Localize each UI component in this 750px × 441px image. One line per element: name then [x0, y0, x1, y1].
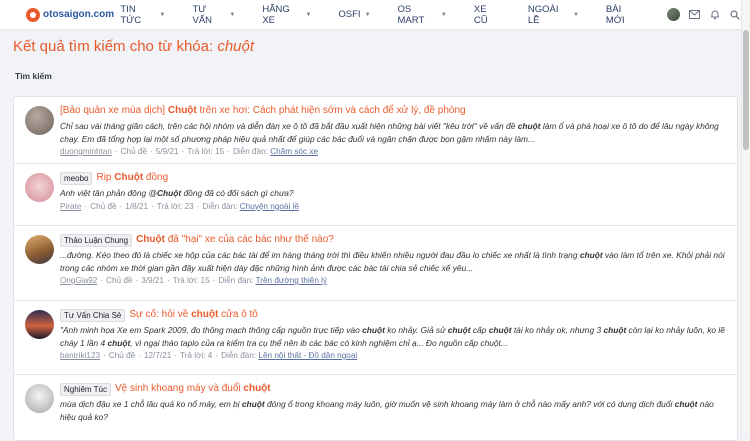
list-item: Tư Vấn Chia Sẻ Sự cố: hỏi về chuột cửa ô …	[14, 301, 737, 375]
thread-prefix-tag: Thảo Luận Chung	[60, 233, 133, 247]
result-title[interactable]: Nghiêm Túc Vệ sinh khoang máy và đuổi chu…	[60, 382, 727, 396]
author-link[interactable]: OngGia92	[60, 276, 97, 285]
result-title[interactable]: meobo Rip Chuột đồng	[60, 171, 727, 185]
thread-prefix-tag: meobo	[60, 171, 93, 185]
forum-link[interactable]: Lên nội thất - Đồ dân ngoại	[258, 351, 357, 360]
forum-link[interactable]: Chăm sóc xe	[270, 147, 318, 156]
chevron-down-icon: ▼	[229, 11, 236, 18]
author-link[interactable]: bantriki123	[60, 351, 100, 360]
page-title: Kết quả tìm kiếm cho từ khóa: chuột	[13, 38, 255, 55]
thread-prefix-tag: Nghiêm Túc	[60, 382, 111, 396]
nav-item-5[interactable]: XE CŨ	[474, 0, 501, 30]
result-meta: duongminhtan · Chủ đề · 5/9/21 · Trả lời: 15 · D…	[60, 147, 319, 156]
nav-item-1[interactable]: TƯ VẤN ▼	[193, 0, 236, 30]
list-item: [Bảo quản xe mùa dịch] Chuột trên xe hơi…	[14, 97, 737, 164]
author-link[interactable]: duongminhtan	[60, 147, 112, 156]
avatar[interactable]	[25, 310, 54, 339]
search-icon[interactable]	[729, 9, 740, 20]
nav-item-6[interactable]: NGOÀI LỀ ▼	[528, 0, 579, 30]
scrollbar-thumb[interactable]	[743, 30, 749, 150]
bell-icon[interactable]	[709, 9, 720, 20]
logo-text: otosaigon.com	[43, 9, 115, 20]
site-logo[interactable]: otosaigon.com	[26, 7, 115, 22]
nav-item-label: NGOÀI LỀ	[527, 3, 559, 26]
result-title[interactable]: [Bảo quản xe mùa dịch] Chuột trên xe hơi…	[60, 104, 727, 118]
top-navbar: otosaigon.com TIN TỨC ▼ TƯ VẤN ▼ HÃNG XE ▼ OSF…	[0, 0, 750, 30]
mail-icon[interactable]	[689, 9, 700, 20]
avatar[interactable]	[25, 384, 54, 413]
search-results-panel: [Bảo quản xe mùa dịch] Chuột trên xe hơi…	[13, 96, 738, 441]
avatar[interactable]	[25, 106, 54, 135]
result-snippet: "Anh minh họa Xe em Spark 2009, đo thông…	[60, 325, 725, 348]
nav-item-2[interactable]: HÃNG XE ▼	[262, 0, 311, 30]
nav-item-label: OS MART	[397, 3, 425, 26]
result-meta: bantriki123 · Chủ đề · 12/7/21 · Trả lời: 4 · Di…	[60, 351, 358, 360]
logo-icon	[26, 7, 40, 22]
nav-item-7[interactable]: BÀI MỚI	[606, 0, 640, 30]
nav-item-0[interactable]: TIN TỨC ▼	[120, 0, 165, 30]
avatar[interactable]	[25, 235, 54, 264]
result-title[interactable]: Tư Vấn Chia Sẻ Sự cố: hỏi về chuột cửa ô …	[60, 308, 727, 322]
result-snippet: ...đường. Kéo theo đó là chiếc xe hộp củ…	[60, 250, 725, 273]
list-item: Nghiêm Túc Vệ sinh khoang máy và đuổi chu…	[14, 375, 737, 435]
list-item: Thảo Luận Chung Chuột đã "hại" xe của các…	[14, 226, 737, 301]
nav-item-label: HÃNG XE	[262, 3, 290, 26]
avatar[interactable]	[25, 173, 54, 202]
thread-prefix-tag: Tư Vấn Chia Sẻ	[60, 308, 126, 322]
nav-item-label: TIN TỨC	[120, 3, 142, 26]
main-nav: TIN TỨC ▼ TƯ VẤN ▼ HÃNG XE ▼ OSFI ▼ OS MART ▼ XE C…	[120, 0, 667, 30]
nav-item-4[interactable]: OS MART ▼	[398, 0, 447, 30]
result-snippet: mùa dịch đậu xe 1 chỗ lâu quá ko nổ máy,…	[60, 399, 714, 422]
chevron-down-icon: ▼	[572, 11, 579, 18]
nav-item-label: TƯ VẤN	[192, 3, 213, 26]
user-tools	[667, 8, 740, 21]
result-snippet: Anh việt tân phản động @Chuột đồng đã có…	[60, 188, 294, 198]
forum-link[interactable]: Chuyện ngoài lề	[240, 202, 299, 211]
chevron-down-icon: ▼	[364, 11, 371, 18]
chevron-down-icon: ▼	[440, 11, 447, 18]
forum-link[interactable]: Trên đường thiên lý	[256, 276, 328, 285]
result-meta: Pirate · Chủ đề · 1/8/21 · Trả lời: 23 · Diễn đà…	[60, 201, 299, 211]
nav-item-label: OSFI	[338, 9, 361, 20]
result-meta: OngGia92 · Chủ đề · 3/9/21 · Trả lời: 15 · Diễn …	[60, 276, 328, 285]
result-title[interactable]: Thảo Luận Chung Chuột đã "hại" xe của các…	[60, 233, 727, 247]
nav-item-label: BÀI MỚI	[605, 3, 625, 26]
user-avatar[interactable]	[667, 8, 680, 21]
chevron-down-icon: ▼	[159, 11, 166, 18]
result-snippet: Chỉ sau vài tháng giãn cách, trên các hộ…	[60, 121, 719, 144]
nav-item-label: XE CŨ	[473, 3, 488, 26]
list-item: meobo Rip Chuột đồng Anh việt tân phản độ…	[14, 164, 737, 226]
author-link[interactable]: Pirate	[60, 202, 81, 211]
page-scrollbar[interactable]	[741, 0, 750, 435]
section-label: Tìm kiếm	[15, 71, 52, 81]
nav-item-3[interactable]: OSFI ▼	[338, 0, 370, 30]
chevron-down-icon: ▼	[305, 11, 312, 18]
